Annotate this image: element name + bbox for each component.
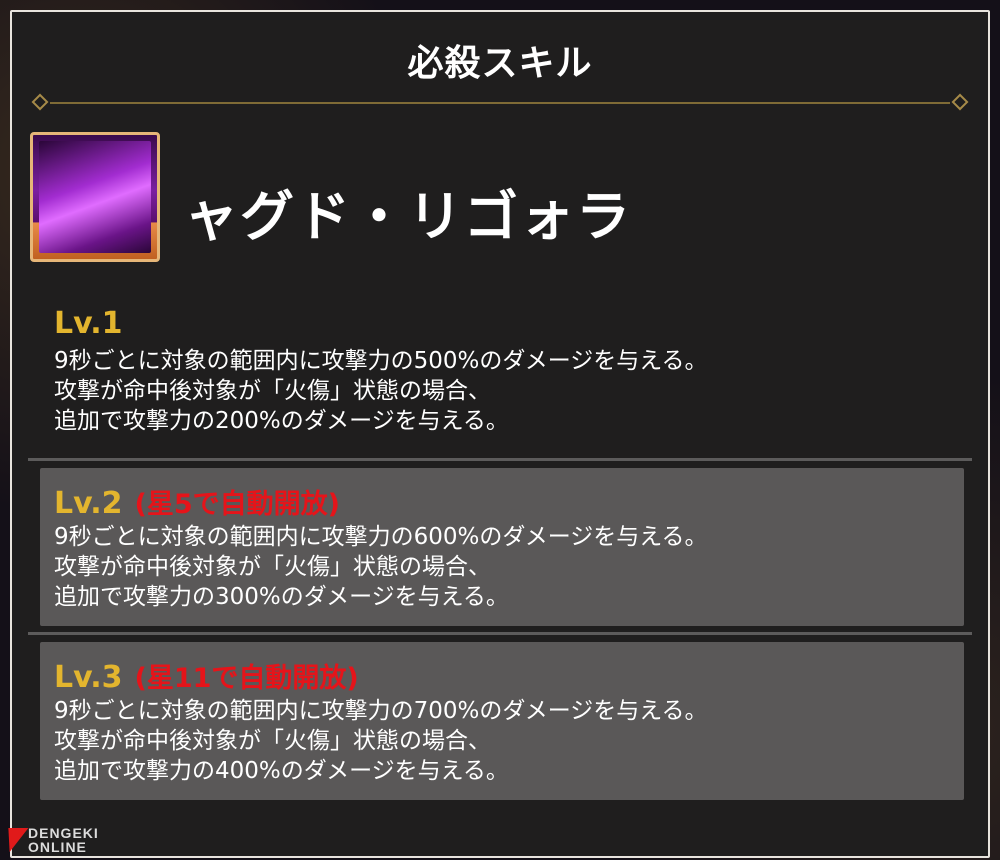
- divider-diamond-left-icon: [31, 93, 49, 111]
- divider-diamond-right-icon: [951, 93, 969, 111]
- level-2-line-1: 9秒ごとに対象の範囲内に攻撃力の600%のダメージを与える。: [54, 524, 708, 550]
- level-3-line-1: 9秒ごとに対象の範囲内に攻撃力の700%のダメージを与える。: [54, 698, 708, 724]
- level-3-unlock-condition: (星11で自動開放): [134, 663, 359, 694]
- level-3-description: 9秒ごとに対象の範囲内に攻撃力の700%のダメージを与える。 攻撃が命中後対象が…: [54, 696, 708, 786]
- level-3-section: Lv.3 (星11で自動開放) 9秒ごとに対象の範囲内に攻撃力の700%のダメージ…: [40, 642, 964, 800]
- title-divider: [31, 93, 969, 111]
- level-1-label: Lv.1: [54, 306, 123, 341]
- skill-name: ャグド・リゴォラ: [184, 185, 632, 248]
- watermark-text: DENGEKI ONLINE: [28, 826, 99, 854]
- panel-title: 必殺スキル: [407, 43, 593, 84]
- level-2-label: Lv.2: [54, 486, 123, 521]
- level-2-unlock-condition: (星5で自動開放): [134, 489, 340, 520]
- level-3-line-3: 追加で攻撃力の400%のダメージを与える。: [54, 758, 509, 784]
- level-2-section: Lv.2 (星5で自動開放) 9秒ごとに対象の範囲内に攻撃力の600%のダメージを…: [40, 468, 964, 626]
- level-separator: [28, 458, 972, 461]
- level-1-description: 9秒ごとに対象の範囲内に攻撃力の500%のダメージを与える。 攻撃が命中後対象が…: [54, 346, 708, 436]
- skill-panel: 必殺スキル ャグド・リゴォラ Lv.1 9秒ごとに対象の範囲内に攻撃力の500%…: [10, 10, 990, 858]
- level-1-header: Lv.1: [54, 306, 123, 341]
- lightning-bolt-icon: [0, 828, 29, 852]
- purple-flame-skill-icon: [30, 132, 160, 262]
- watermark-line-1: DENGEKI: [28, 825, 99, 841]
- divider-line: [50, 102, 950, 104]
- dengeki-online-watermark: DENGEKI ONLINE: [0, 826, 99, 854]
- level-1-line-2: 攻撃が命中後対象が「火傷」状態の場合、: [54, 378, 491, 404]
- level-1-line-3: 追加で攻撃力の200%のダメージを与える。: [54, 408, 509, 434]
- level-3-line-2: 攻撃が命中後対象が「火傷」状態の場合、: [54, 728, 491, 754]
- level-1-section: Lv.1 9秒ごとに対象の範囲内に攻撃力の500%のダメージを与える。 攻撃が命…: [40, 306, 964, 456]
- level-2-line-2: 攻撃が命中後対象が「火傷」状態の場合、: [54, 554, 491, 580]
- level-3-header: Lv.3 (星11で自動開放): [54, 656, 359, 695]
- level-2-line-3: 追加で攻撃力の300%のダメージを与える。: [54, 584, 509, 610]
- watermark-line-2: ONLINE: [28, 839, 87, 855]
- level-3-label: Lv.3: [54, 660, 123, 695]
- level-1-line-1: 9秒ごとに対象の範囲内に攻撃力の500%のダメージを与える。: [54, 348, 708, 374]
- skill-icon-art: [39, 141, 151, 253]
- level-separator: [28, 632, 972, 635]
- level-2-description: 9秒ごとに対象の範囲内に攻撃力の600%のダメージを与える。 攻撃が命中後対象が…: [54, 522, 708, 612]
- level-2-header: Lv.2 (星5で自動開放): [54, 482, 340, 521]
